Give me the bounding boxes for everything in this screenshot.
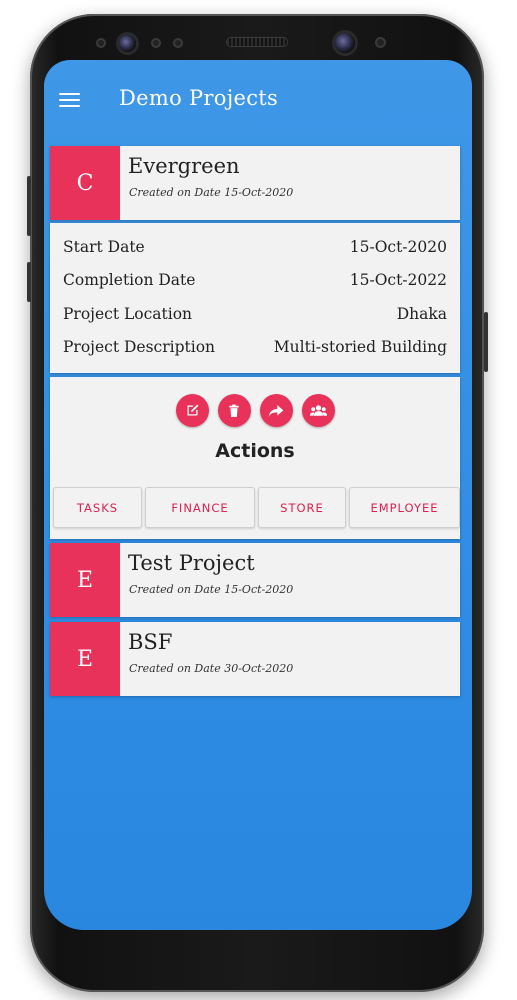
detail-value: 15-Oct-2022 xyxy=(349,271,447,289)
detail-label: Start Date xyxy=(63,238,145,256)
detail-label: Completion Date xyxy=(63,271,196,289)
app-screen: Demo Projects C Evergreen Created on Dat… xyxy=(44,60,472,930)
group-icon[interactable] xyxy=(301,394,335,427)
tab-employee[interactable]: EMPLOYEE xyxy=(349,487,460,528)
hamburger-menu-icon[interactable] xyxy=(59,93,80,109)
detail-row-start-date: Start Date 15-Oct-2020 xyxy=(63,238,447,256)
detail-row-completion-date: Completion Date 15-Oct-2022 xyxy=(63,271,447,289)
detail-label: Project Location xyxy=(63,305,193,323)
phone-top-bezel xyxy=(30,14,484,60)
detail-value: Dhaka xyxy=(396,305,447,323)
tab-tasks[interactable]: TASKS xyxy=(53,487,142,528)
project-name: Test Project xyxy=(128,551,255,575)
actions-title: Actions xyxy=(215,440,295,462)
project-card-bsf[interactable]: E BSF Created on Date 30-Oct-2020 xyxy=(50,622,460,696)
tab-store[interactable]: STORE xyxy=(258,487,346,528)
project-name: BSF xyxy=(128,630,173,654)
sensor-dot xyxy=(173,38,183,48)
front-camera-icon xyxy=(119,35,136,52)
project-details-card: Start Date 15-Oct-2020 Completion Date 1… xyxy=(50,223,460,373)
detail-value: 15-Oct-2020 xyxy=(349,238,447,256)
project-created-date: Created on Date 15-Oct-2020 xyxy=(129,583,294,596)
tab-finance[interactable]: FINANCE xyxy=(145,487,255,528)
project-avatar: E xyxy=(50,543,120,617)
project-created-date: Created on Date 15-Oct-2020 xyxy=(129,186,294,199)
delete-icon[interactable] xyxy=(217,394,251,427)
app-bar: Demo Projects xyxy=(44,60,472,140)
sensor-dot xyxy=(151,38,161,48)
project-card-evergreen[interactable]: C Evergreen Created on Date 15-Oct-2020 xyxy=(50,146,460,220)
action-icons-row xyxy=(50,394,460,427)
action-tabs: TASKS FINANCE STORE EMPLOYEE xyxy=(53,487,460,528)
project-name: Evergreen xyxy=(128,154,240,178)
sensor-dot xyxy=(375,37,386,48)
detail-label: Project Description xyxy=(63,338,216,356)
share-icon[interactable] xyxy=(259,394,293,427)
detail-row-location: Project Location Dhaka xyxy=(63,305,447,323)
project-avatar: C xyxy=(50,146,120,220)
edit-icon[interactable] xyxy=(175,394,209,427)
bixby-button xyxy=(27,262,31,302)
iris-camera-icon xyxy=(335,33,355,53)
actions-card: Actions TASKS FINANCE STORE EMPLOYEE xyxy=(50,377,460,539)
earpiece-speaker xyxy=(227,38,287,46)
project-card-test-project[interactable]: E Test Project Created on Date 15-Oct-20… xyxy=(50,543,460,617)
page-title: Demo Projects xyxy=(119,86,279,110)
volume-button xyxy=(27,176,31,236)
detail-row-description: Project Description Multi-storied Buildi… xyxy=(63,338,447,356)
sensor-dot xyxy=(96,38,106,48)
power-button xyxy=(484,312,488,372)
project-avatar: E xyxy=(50,622,120,696)
project-created-date: Created on Date 30-Oct-2020 xyxy=(129,662,294,675)
detail-value: Multi-storied Building xyxy=(273,338,447,356)
